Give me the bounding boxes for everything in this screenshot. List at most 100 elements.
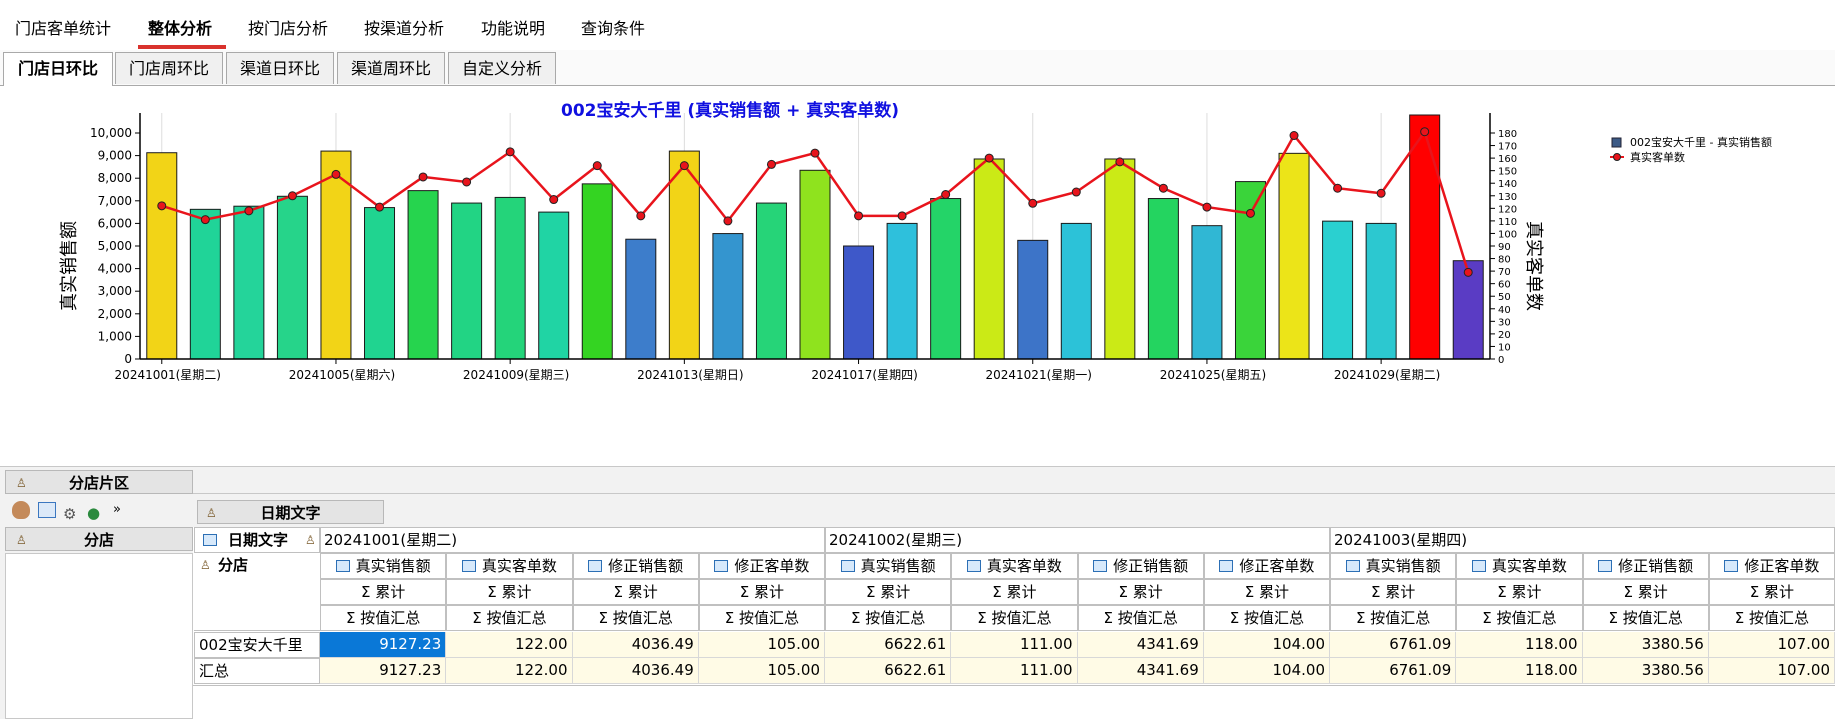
data-cell[interactable]: 111.00 [951,658,1078,684]
bar[interactable] [1322,220,1354,360]
measure-header[interactable]: 修正销售额 [572,553,699,579]
bar[interactable] [451,202,483,360]
bar[interactable] [1278,152,1310,360]
line-point[interactable] [679,161,689,171]
bar[interactable] [843,245,875,360]
line-point[interactable] [549,195,559,205]
more-icon[interactable]: » [113,498,121,522]
nav-by-channel-analysis[interactable]: 按渠道分析 [364,15,444,39]
data-cell[interactable]: 9127.23 [320,632,447,658]
line-point[interactable] [1158,183,1168,193]
nav-query-conditions[interactable]: 查询条件 [581,15,645,39]
line-point[interactable] [984,153,994,163]
line-point[interactable] [244,206,254,216]
line-point[interactable] [941,190,951,200]
data-cell[interactable]: 4341.69 [1077,632,1204,658]
nav-store-ticket-stats[interactable]: 门店客单统计 [15,15,111,39]
bar[interactable] [1234,181,1266,360]
bar[interactable] [1409,114,1441,360]
measure-header[interactable]: 修正客单数 [698,553,825,579]
line-point[interactable] [766,159,776,169]
line-point[interactable] [723,216,733,226]
bar[interactable] [189,208,221,360]
bar[interactable] [1017,239,1049,360]
line-point[interactable] [375,202,385,212]
tab-store-daily-compare[interactable]: 门店日环比 [3,52,113,86]
line-point[interactable] [636,211,646,221]
chart-settings-icon[interactable]: ⚙ [63,502,76,522]
row-field-chip[interactable]: ♙ 分店 [5,527,193,551]
bar[interactable] [1060,222,1092,360]
nav-by-store-analysis[interactable]: 按门店分析 [248,15,328,39]
line-point[interactable] [1115,157,1125,167]
measure-header[interactable]: 真实客单数 [1456,553,1583,579]
data-cell[interactable]: 105.00 [698,632,825,658]
bar[interactable] [712,233,744,360]
line-point[interactable] [1028,198,1038,208]
measure-header[interactable]: 真实客单数 [446,553,573,579]
line-point[interactable] [1376,188,1386,198]
line-point[interactable] [1202,202,1212,212]
data-cell[interactable]: 107.00 [1708,658,1835,684]
line-point[interactable] [331,169,341,179]
bar[interactable] [494,196,526,360]
bar[interactable] [799,169,831,360]
data-cell[interactable]: 6761.09 [1330,632,1457,658]
measure-header[interactable]: 真实客单数 [951,553,1078,579]
line-point[interactable] [157,201,167,211]
row-header-field[interactable]: ♙ 分店 [194,553,320,579]
measure-header[interactable]: 真实销售额 [1330,553,1457,579]
tab-channel-weekly-compare[interactable]: 渠道周环比 [337,52,445,84]
bar[interactable] [886,222,918,360]
line-point[interactable] [200,215,210,225]
tab-store-weekly-compare[interactable]: 门店周环比 [115,52,223,84]
data-cell[interactable]: 104.00 [1203,658,1330,684]
line-point[interactable] [1071,187,1081,197]
data-cell[interactable]: 3380.56 [1582,632,1709,658]
line-point[interactable] [1420,127,1430,137]
data-cell[interactable]: 118.00 [1456,632,1583,658]
line-point[interactable] [810,148,820,158]
data-cell[interactable]: 122.00 [446,658,573,684]
user-icon[interactable] [12,501,30,519]
data-cell[interactable]: 118.00 [1456,658,1583,684]
row-header-store[interactable]: 002宝安大千里 [194,632,320,658]
bar[interactable] [1147,198,1179,360]
bar[interactable] [668,150,700,360]
layout-icon[interactable] [38,502,56,518]
bar[interactable] [581,183,613,360]
measure-header[interactable]: 真实销售额 [825,553,952,579]
line-point[interactable] [1245,208,1255,218]
bar[interactable] [538,211,570,360]
data-cell[interactable]: 6622.61 [825,658,952,684]
measure-header[interactable]: 真实销售额 [320,553,447,579]
line-point[interactable] [1463,267,1473,277]
data-cell[interactable]: 4036.49 [572,632,699,658]
line-point[interactable] [854,211,864,221]
data-cell[interactable]: 6622.61 [825,632,952,658]
line-point[interactable] [1289,131,1299,141]
line-point[interactable] [287,191,297,201]
bar[interactable] [1104,158,1136,360]
bar[interactable] [1365,222,1397,360]
line-point[interactable] [418,172,428,182]
data-cell[interactable]: 3380.56 [1582,658,1709,684]
column-header-field[interactable]: 日期文字 ♙ [194,527,320,553]
data-cell[interactable]: 107.00 [1708,632,1835,658]
data-cell[interactable]: 6761.09 [1330,658,1457,684]
line-point[interactable] [462,177,472,187]
data-cell[interactable]: 111.00 [951,632,1078,658]
line-point[interactable] [1333,183,1343,193]
data-cell[interactable]: 4341.69 [1077,658,1204,684]
bar[interactable] [146,152,178,360]
bar[interactable] [1191,225,1223,360]
line-point[interactable] [592,161,602,171]
data-cell[interactable]: 4036.49 [572,658,699,684]
data-cell[interactable]: 104.00 [1203,632,1330,658]
tab-custom-analysis[interactable]: 自定义分析 [448,52,556,84]
bar[interactable] [364,207,396,360]
data-cell[interactable]: 105.00 [698,658,825,684]
bar[interactable] [407,190,439,360]
data-cell[interactable]: 9127.23 [320,658,447,684]
bar[interactable] [233,205,265,360]
